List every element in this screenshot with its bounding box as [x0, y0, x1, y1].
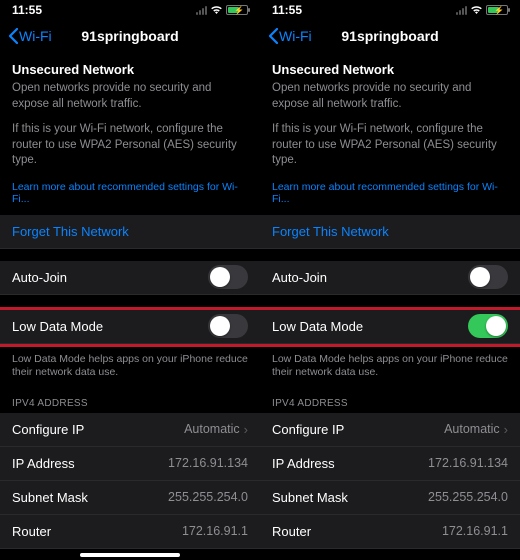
- low-data-toggle-off[interactable]: [208, 314, 248, 338]
- low-data-label: Low Data Mode: [12, 319, 103, 334]
- warning-text-2: If this is your Wi-Fi network, configure…: [12, 122, 248, 169]
- back-label: Wi-Fi: [279, 28, 312, 44]
- panel-right: 11:55 ⚡ Wi-Fi 91springboard Unsecured Ne…: [260, 0, 520, 560]
- cellular-icon: [456, 6, 467, 15]
- back-label: Wi-Fi: [19, 28, 52, 44]
- configure-ip-row[interactable]: Configure IP Automatic ›: [0, 413, 260, 447]
- cellular-icon: [196, 6, 207, 15]
- panel-left: 11:55 ⚡ Wi-Fi 91springboard Unsecured Ne…: [0, 0, 260, 560]
- configure-ip-row[interactable]: Configure IP Automatic ›: [260, 413, 520, 447]
- forget-label: Forget This Network: [12, 224, 129, 239]
- ip-value: 172.16.91.134: [428, 456, 508, 470]
- ipv4-header: IPV4 ADDRESS: [0, 388, 260, 413]
- back-button[interactable]: Wi-Fi: [268, 28, 312, 44]
- ip-address-row: IP Address 172.16.91.134: [260, 447, 520, 481]
- subnet-value: 255.255.254.0: [168, 490, 248, 504]
- battery-icon: ⚡: [226, 5, 248, 15]
- low-data-highlight: Low Data Mode: [260, 307, 520, 347]
- auto-join-row: Auto-Join: [260, 261, 520, 295]
- forget-network-row[interactable]: Forget This Network: [0, 215, 260, 249]
- router-value: 172.16.91.1: [182, 524, 248, 538]
- unsecured-warning: Unsecured Network Open networks provide …: [260, 52, 520, 177]
- warning-title: Unsecured Network: [272, 62, 508, 77]
- ip-label: IP Address: [272, 456, 335, 471]
- low-data-label: Low Data Mode: [272, 319, 363, 334]
- low-data-toggle-on[interactable]: [468, 314, 508, 338]
- ip-address-row: IP Address 172.16.91.134: [0, 447, 260, 481]
- auto-join-toggle[interactable]: [208, 265, 248, 289]
- battery-icon: ⚡: [486, 5, 508, 15]
- status-indicators: ⚡: [456, 5, 508, 15]
- nav-bar: Wi-Fi 91springboard: [260, 20, 520, 52]
- router-value: 172.16.91.1: [442, 524, 508, 538]
- subnet-label: Subnet Mask: [272, 490, 348, 505]
- router-row: Router 172.16.91.1: [0, 515, 260, 549]
- auto-join-toggle[interactable]: [468, 265, 508, 289]
- warning-title: Unsecured Network: [12, 62, 248, 77]
- auto-join-row: Auto-Join: [0, 261, 260, 295]
- auto-join-label: Auto-Join: [272, 270, 327, 285]
- low-data-footer: Low Data Mode helps apps on your iPhone …: [0, 347, 260, 388]
- ip-label: IP Address: [12, 456, 75, 471]
- low-data-row: Low Data Mode: [0, 310, 260, 344]
- configure-ip-label: Configure IP: [272, 422, 344, 437]
- back-button[interactable]: Wi-Fi: [8, 28, 52, 44]
- chevron-left-icon: [268, 28, 278, 44]
- forget-label: Forget This Network: [272, 224, 389, 239]
- configure-ip-label: Configure IP: [12, 422, 84, 437]
- subnet-row: Subnet Mask 255.255.254.0: [260, 481, 520, 515]
- status-time: 11:55: [272, 3, 302, 17]
- status-time: 11:55: [12, 3, 42, 17]
- router-label: Router: [12, 524, 51, 539]
- warning-text-2: If this is your Wi-Fi network, configure…: [272, 122, 508, 169]
- wifi-icon: [470, 5, 483, 15]
- status-bar: 11:55 ⚡: [260, 0, 520, 20]
- low-data-highlight: Low Data Mode: [0, 307, 260, 347]
- warning-text-1: Open networks provide no security and ex…: [12, 81, 248, 112]
- wifi-icon: [210, 5, 223, 15]
- status-indicators: ⚡: [196, 5, 248, 15]
- forget-network-row[interactable]: Forget This Network: [260, 215, 520, 249]
- warning-text-1: Open networks provide no security and ex…: [272, 81, 508, 112]
- learn-more-link[interactable]: Learn more about recommended settings fo…: [0, 177, 260, 215]
- home-indicator[interactable]: [80, 553, 180, 557]
- ipv4-header: IPV4 ADDRESS: [260, 388, 520, 413]
- configure-ip-value: Automatic: [184, 422, 240, 436]
- router-label: Router: [272, 524, 311, 539]
- router-row: Router 172.16.91.1: [260, 515, 520, 549]
- nav-bar: Wi-Fi 91springboard: [0, 20, 260, 52]
- subnet-row: Subnet Mask 255.255.254.0: [0, 481, 260, 515]
- subnet-value: 255.255.254.0: [428, 490, 508, 504]
- low-data-footer: Low Data Mode helps apps on your iPhone …: [260, 347, 520, 388]
- learn-more-link[interactable]: Learn more about recommended settings fo…: [260, 177, 520, 215]
- chevron-right-icon: ›: [504, 422, 508, 437]
- auto-join-label: Auto-Join: [12, 270, 67, 285]
- low-data-row: Low Data Mode: [260, 310, 520, 344]
- configure-ip-value: Automatic: [444, 422, 500, 436]
- chevron-right-icon: ›: [244, 422, 248, 437]
- chevron-left-icon: [8, 28, 18, 44]
- status-bar: 11:55 ⚡: [0, 0, 260, 20]
- subnet-label: Subnet Mask: [12, 490, 88, 505]
- ip-value: 172.16.91.134: [168, 456, 248, 470]
- unsecured-warning: Unsecured Network Open networks provide …: [0, 52, 260, 177]
